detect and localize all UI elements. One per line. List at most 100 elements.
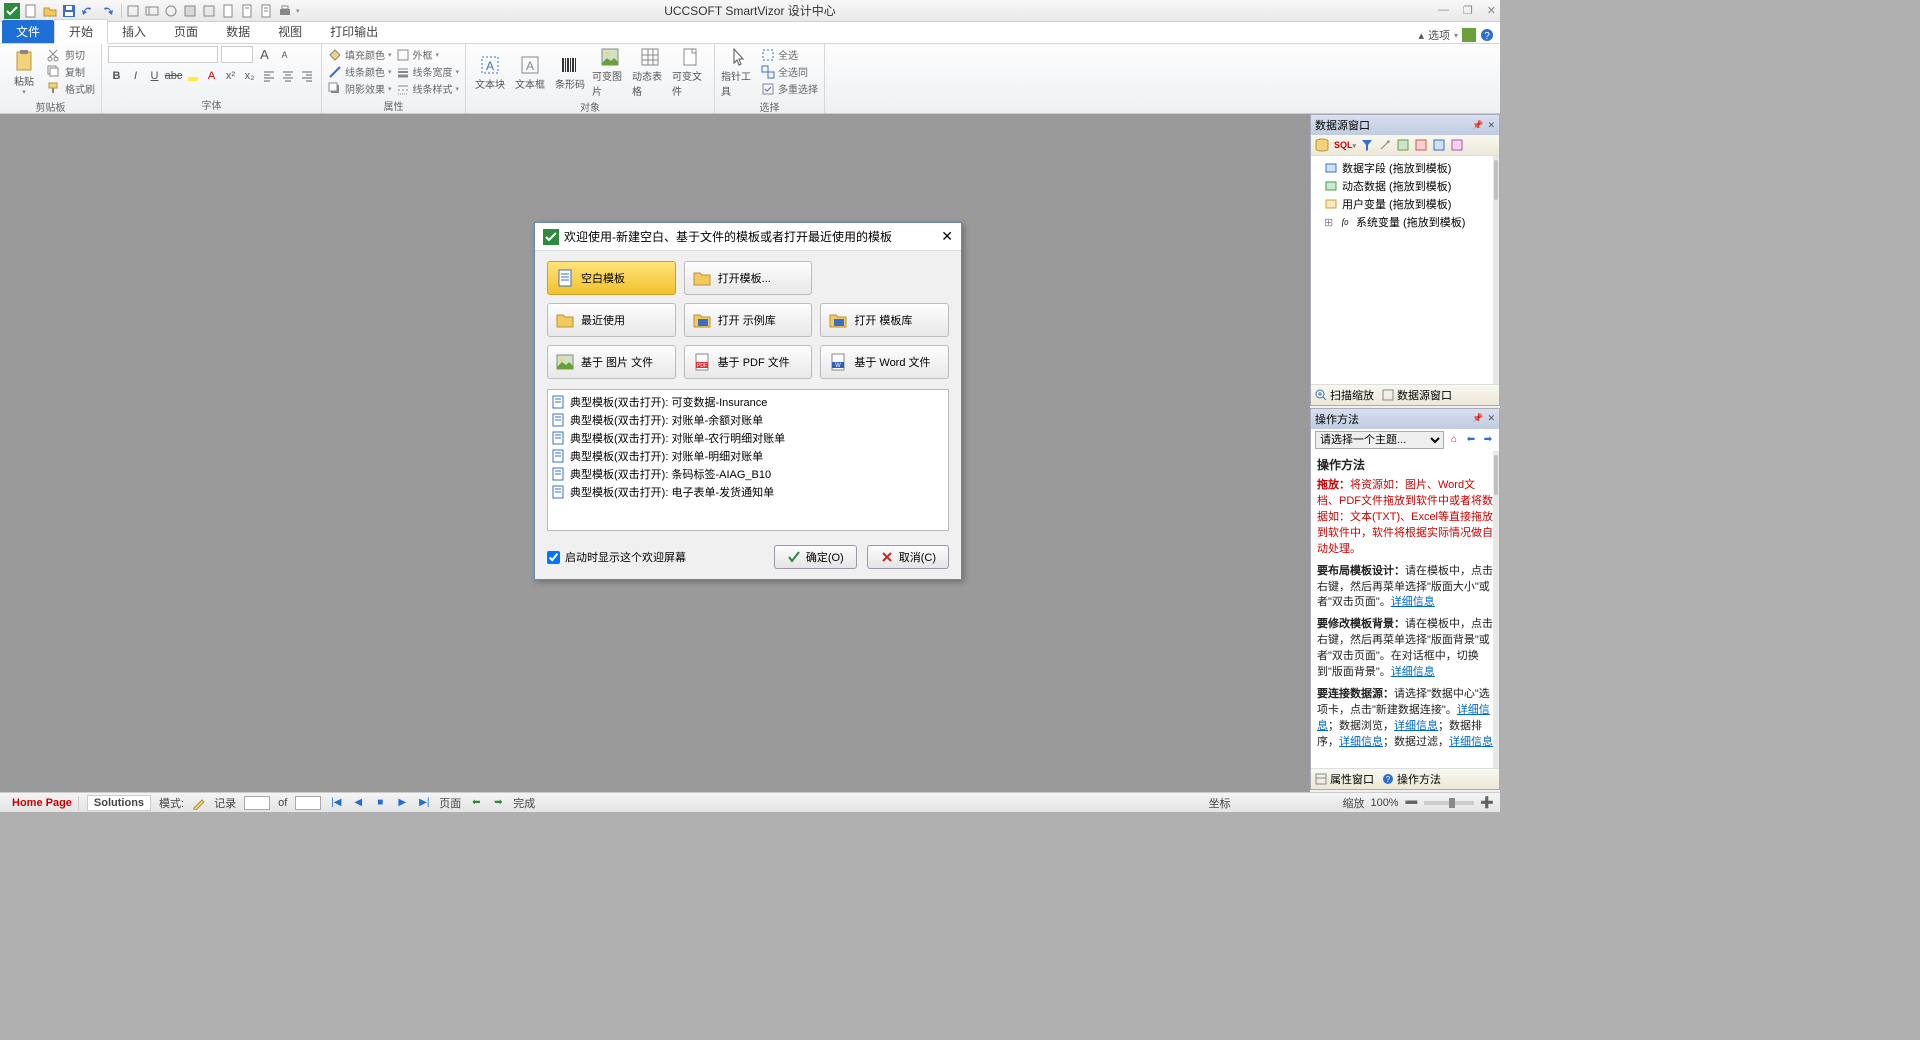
copy-button[interactable]: 复制 <box>46 63 95 80</box>
template-list[interactable]: 典型模板(双击打开): 可变数据-Insurance典型模板(双击打开): 对账… <box>547 389 949 531</box>
align-center-icon[interactable] <box>279 67 296 84</box>
list-item[interactable]: 典型模板(双击打开): 对账单-余额对账单 <box>551 411 945 429</box>
help-link[interactable]: 详细信息 <box>1339 736 1383 748</box>
qat-icon-7[interactable] <box>239 3 255 19</box>
list-item[interactable]: 典型模板(双击打开): 对账单-明细对账单 <box>551 447 945 465</box>
save-icon[interactable] <box>61 3 77 19</box>
options-label[interactable]: 选项 <box>1428 27 1450 43</box>
minimize-button[interactable]: — <box>1438 4 1449 17</box>
help-icon[interactable]: ? <box>1480 28 1494 42</box>
underline-button[interactable]: U <box>146 67 163 84</box>
datasource-window-button[interactable]: 数据源窗口 <box>1382 387 1452 403</box>
option-img[interactable]: 基于 图片 文件 <box>547 345 676 379</box>
panel-help-header[interactable]: 操作方法 📌✕ <box>1311 409 1499 429</box>
ds-tool-icon-5[interactable] <box>1450 138 1464 152</box>
border-button[interactable]: 外框▾ <box>396 46 460 63</box>
help-link[interactable]: 详细信息 <box>1394 720 1438 732</box>
select-all-button[interactable]: 全选 <box>761 46 818 63</box>
ds-tool-icon-3[interactable] <box>1414 138 1428 152</box>
db-icon[interactable] <box>1314 137 1330 153</box>
tab-data[interactable]: 数据 <box>212 20 264 43</box>
status-home-tab[interactable]: Home Page <box>6 796 79 810</box>
mode-edit-icon[interactable] <box>192 796 206 810</box>
ds-tool-icon-4[interactable] <box>1432 138 1446 152</box>
option-blank[interactable]: 空白模板 <box>547 261 676 295</box>
zoom-out-icon[interactable]: ➖ <box>1405 796 1419 809</box>
panel-close-icon[interactable]: ✕ <box>1487 120 1495 131</box>
sub-button[interactable]: x₂ <box>241 67 258 84</box>
nav-first-icon[interactable]: |◀ <box>329 796 343 810</box>
option-open[interactable]: 打开模板... <box>684 261 813 295</box>
grow-font-icon[interactable]: A <box>256 46 273 63</box>
panel-close-icon[interactable]: ✕ <box>1487 413 1495 424</box>
ds-tool-icon-1[interactable] <box>1378 138 1392 152</box>
page-next-icon[interactable]: ➡ <box>491 796 505 810</box>
show-on-startup-checkbox[interactable]: 启动时显示这个欢迎屏幕 <box>547 549 686 565</box>
qat-dropdown-icon[interactable]: ▾ <box>296 7 300 15</box>
ribbon-minimize-icon[interactable]: ▴ <box>1418 29 1424 42</box>
help-home-icon[interactable]: ⌂ <box>1447 433 1461 447</box>
help-method-button[interactable]: ?操作方法 <box>1382 771 1441 787</box>
status-solutions-tab[interactable]: Solutions <box>87 795 151 811</box>
tab-start[interactable]: 开始 <box>54 19 108 44</box>
strike-button[interactable]: abc <box>165 67 182 84</box>
font-family-input[interactable] <box>108 46 218 63</box>
new-icon[interactable] <box>23 3 39 19</box>
shadow-button[interactable]: 阴影效果▾ <box>328 80 392 97</box>
font-color-button[interactable]: A <box>203 67 220 84</box>
nav-last-icon[interactable]: ▶| <box>417 796 431 810</box>
qat-icon-8[interactable] <box>258 3 274 19</box>
option-recent[interactable]: 最近使用 <box>547 303 676 337</box>
qat-icon-1[interactable] <box>125 3 141 19</box>
option-word[interactable]: W基于 Word 文件 <box>820 345 949 379</box>
format-painter-button[interactable]: 格式刷 <box>46 80 95 97</box>
redo-icon[interactable] <box>99 3 115 19</box>
bold-button[interactable]: B <box>108 67 125 84</box>
tab-view[interactable]: 视图 <box>264 20 316 43</box>
line-color-button[interactable]: 线条颜色▾ <box>328 63 392 80</box>
qat-icon-4[interactable] <box>182 3 198 19</box>
paste-button[interactable]: 粘贴▾ <box>6 46 42 98</box>
help-back-icon[interactable]: ⬅ <box>1464 433 1478 447</box>
style-icon[interactable] <box>1462 28 1476 42</box>
shrink-font-icon[interactable]: A <box>276 46 293 63</box>
panel-datasource-header[interactable]: 数据源窗口 📌✕ <box>1311 115 1499 135</box>
tree-item-fields[interactable]: 数据字段 (拖放到模板) <box>1314 159 1496 177</box>
lineweight-button[interactable]: 线条宽度▾ <box>396 63 460 80</box>
italic-button[interactable]: I <box>127 67 144 84</box>
help-topic-select[interactable]: 请选择一个主题... <box>1315 431 1444 449</box>
tab-insert[interactable]: 插入 <box>108 20 160 43</box>
sql-icon[interactable]: SQL▾ <box>1334 140 1356 150</box>
tree-item-uservar[interactable]: 用户变量 (拖放到模板) <box>1314 195 1496 213</box>
dyntable-button[interactable]: 动态表格 <box>632 46 668 98</box>
cut-button[interactable]: 剪切 <box>46 46 95 63</box>
dialog-close-icon[interactable]: ✕ <box>941 228 953 245</box>
filter-icon[interactable] <box>1360 138 1374 152</box>
tree-item-sysvar[interactable]: ⊞f0系统变量 (拖放到模板) <box>1314 213 1496 231</box>
zoom-in-icon[interactable]: ➕ <box>1480 796 1494 809</box>
record-current-input[interactable] <box>244 796 270 810</box>
pointer-button[interactable]: 指针工具 <box>721 46 757 98</box>
barcode-button[interactable]: 条形码 <box>552 46 588 98</box>
tab-print[interactable]: 打印输出 <box>316 20 392 43</box>
varimage-button[interactable]: 可变图片 <box>592 46 628 98</box>
prop-window-button[interactable]: 属性窗口 <box>1315 771 1374 787</box>
help-link[interactable]: 详细信息 <box>1391 596 1435 608</box>
select-allobj-button[interactable]: 全选同 <box>761 63 818 80</box>
ds-tool-icon-2[interactable] <box>1396 138 1410 152</box>
help-link[interactable]: 详细信息 <box>1449 736 1493 748</box>
record-total-input[interactable] <box>295 796 321 810</box>
nav-prev-icon[interactable]: ◀ <box>351 796 365 810</box>
qat-icon-3[interactable] <box>163 3 179 19</box>
file-tab[interactable]: 文件 <box>2 20 54 43</box>
option-samples[interactable]: 打开 示例库 <box>684 303 813 337</box>
fill-color-button[interactable]: 填充颜色▾ <box>328 46 392 63</box>
qat-icon-5[interactable] <box>201 3 217 19</box>
pin-icon[interactable]: 📌 <box>1472 120 1483 131</box>
ok-button[interactable]: 确定(O) <box>774 545 857 569</box>
qat-icon-6[interactable] <box>220 3 236 19</box>
pin-icon[interactable]: 📌 <box>1472 413 1483 424</box>
cancel-button[interactable]: 取消(C) <box>867 545 949 569</box>
font-size-input[interactable] <box>221 46 253 63</box>
dialog-title-bar[interactable]: 欢迎使用-新建空白、基于文件的模板或者打开最近使用的模板 ✕ <box>535 223 961 251</box>
